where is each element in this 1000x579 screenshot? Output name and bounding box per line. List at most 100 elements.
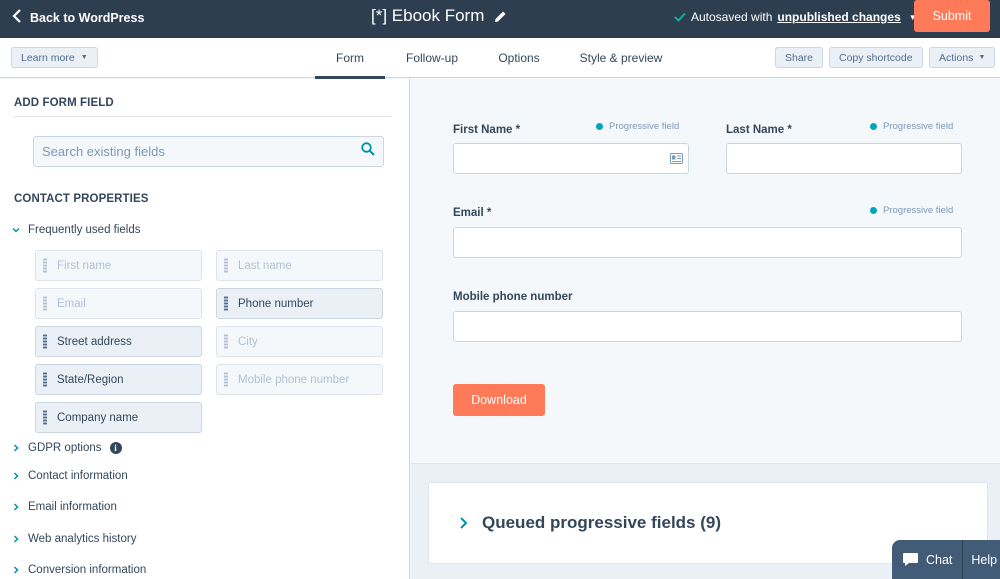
group-web-analytics-history[interactable]: Web analytics history — [12, 533, 136, 545]
field-city[interactable]: City — [216, 326, 383, 357]
contact-card-icon — [670, 153, 683, 164]
group-label: GDPR options — [28, 442, 102, 454]
first-name-input[interactable] — [453, 143, 689, 174]
group-email-information[interactable]: Email information — [12, 501, 117, 513]
field-phone-number[interactable]: Phone number — [216, 288, 383, 319]
actions-label: Actions — [939, 51, 974, 64]
pencil-icon[interactable] — [494, 10, 507, 23]
status-dot — [870, 207, 877, 214]
form-title[interactable]: [*] Ebook Form — [371, 6, 484, 26]
submit-button[interactable]: Submit — [914, 0, 990, 32]
progressive-field-indicator: Progressive field — [870, 121, 953, 132]
group-contact-information[interactable]: Contact information — [12, 470, 128, 482]
tab-style-preview[interactable]: Style & preview — [559, 38, 683, 78]
field-label: First name — [57, 259, 112, 272]
email-input[interactable] — [453, 227, 962, 258]
group-gdpr-options[interactable]: GDPR options i — [12, 442, 122, 454]
back-to-wordpress-link[interactable]: Back to WordPress — [12, 9, 144, 26]
status-dot — [596, 123, 603, 130]
field-label: City — [238, 335, 258, 348]
search-input[interactable] — [42, 144, 361, 159]
field-email[interactable]: Email — [35, 288, 202, 319]
drag-handle-icon — [43, 334, 47, 349]
actions-button[interactable]: Actions ▼ — [929, 47, 996, 68]
unpublished-changes-link[interactable]: unpublished changes — [777, 10, 900, 24]
chat-label: Chat — [926, 552, 953, 567]
mobile-phone-input[interactable] — [453, 311, 962, 342]
chevron-right-icon — [459, 517, 468, 529]
search-icon[interactable] — [361, 142, 375, 161]
info-icon[interactable]: i — [109, 442, 122, 454]
progressive-label: Progressive field — [609, 121, 680, 132]
learn-more-label: Learn more — [21, 51, 75, 64]
tab-bar: Form Follow-up Options Style & preview — [315, 38, 683, 79]
first-name-label: First Name * — [453, 124, 521, 136]
field-label: Mobile phone number — [238, 373, 350, 386]
field-state-region[interactable]: State/Region — [35, 364, 202, 395]
field-mobile-phone-number[interactable]: Mobile phone number — [216, 364, 383, 395]
group-conversion-information[interactable]: Conversion information — [12, 564, 146, 576]
drag-handle-icon — [43, 410, 47, 425]
drag-handle-icon — [43, 296, 47, 311]
back-label: Back to WordPress — [30, 10, 145, 25]
top-bar: Back to WordPress [*] Ebook Form Autosav… — [0, 0, 1000, 38]
email-label: Email * — [453, 207, 492, 219]
autosave-text: Autosaved with — [691, 10, 773, 24]
download-button[interactable]: Download — [453, 384, 545, 416]
field-label: Last name — [238, 259, 292, 272]
group-label: Conversion information — [28, 564, 147, 576]
status-dot — [870, 123, 877, 130]
add-form-field-heading: ADD FORM FIELD — [14, 97, 114, 109]
field-label: Phone number — [238, 297, 314, 310]
drag-handle-icon — [43, 258, 47, 273]
share-button[interactable]: Share — [775, 47, 824, 68]
chat-bubble-icon — [903, 553, 918, 566]
progressive-field-indicator: Progressive field — [870, 205, 953, 216]
drag-handle-icon — [224, 258, 228, 273]
search-field-box — [33, 136, 384, 167]
drag-handle-icon — [224, 372, 228, 387]
progressive-field-indicator: Progressive field — [596, 121, 679, 132]
drag-handle-icon — [224, 334, 228, 349]
check-icon — [674, 12, 686, 22]
frequently-used-label: Frequently used fields — [28, 224, 141, 236]
learn-more-button[interactable]: Learn more ▼ — [11, 47, 98, 68]
frequently-used-fields-toggle[interactable]: Frequently used fields — [12, 224, 141, 236]
field-label: Email — [57, 297, 86, 310]
help-button[interactable]: Help — [963, 553, 1000, 567]
progressive-label: Progressive field — [883, 205, 954, 216]
form-preview: First Name * Progressive field Last Name… — [411, 79, 1000, 463]
add-form-field-panel: ADD FORM FIELD CONTACT PROPERTIES Freque… — [0, 79, 410, 579]
chevron-right-icon — [12, 472, 20, 480]
drag-handle-icon — [224, 296, 228, 311]
queued-label: Queued progressive fields (9) — [482, 513, 722, 532]
chat-button[interactable]: Chat — [892, 540, 964, 579]
tab-options[interactable]: Options — [479, 38, 559, 78]
drag-handle-icon — [43, 372, 47, 387]
chevron-right-icon — [12, 503, 20, 511]
chevron-left-icon — [12, 9, 22, 26]
sub-navigation: Learn more ▼ Form Follow-up Options Styl… — [0, 38, 1000, 79]
chevron-right-icon — [12, 566, 20, 574]
field-company-name[interactable]: Company name — [35, 402, 202, 433]
field-label: Street address — [57, 335, 132, 348]
group-label: Web analytics history — [28, 533, 137, 545]
divider — [14, 116, 391, 117]
last-name-label: Last Name * — [726, 124, 792, 136]
last-name-input[interactable] — [726, 143, 962, 174]
field-label: State/Region — [57, 373, 124, 386]
chevron-right-icon — [12, 535, 20, 543]
tab-form[interactable]: Form — [315, 38, 385, 79]
autosave-status: Autosaved with unpublished changes ▼ — [674, 10, 917, 24]
group-label: Email information — [28, 501, 117, 513]
caret-down-icon: ▼ — [80, 54, 88, 61]
field-street-address[interactable]: Street address — [35, 326, 202, 357]
group-label: Contact information — [28, 470, 128, 482]
field-first-name[interactable]: First name — [35, 250, 202, 281]
tab-follow-up[interactable]: Follow-up — [385, 38, 479, 78]
contact-properties-heading: CONTACT PROPERTIES — [14, 193, 149, 205]
field-last-name[interactable]: Last name — [216, 250, 383, 281]
chevron-right-icon — [12, 444, 20, 452]
field-label: Company name — [57, 411, 139, 424]
copy-shortcode-button[interactable]: Copy shortcode — [829, 47, 923, 68]
